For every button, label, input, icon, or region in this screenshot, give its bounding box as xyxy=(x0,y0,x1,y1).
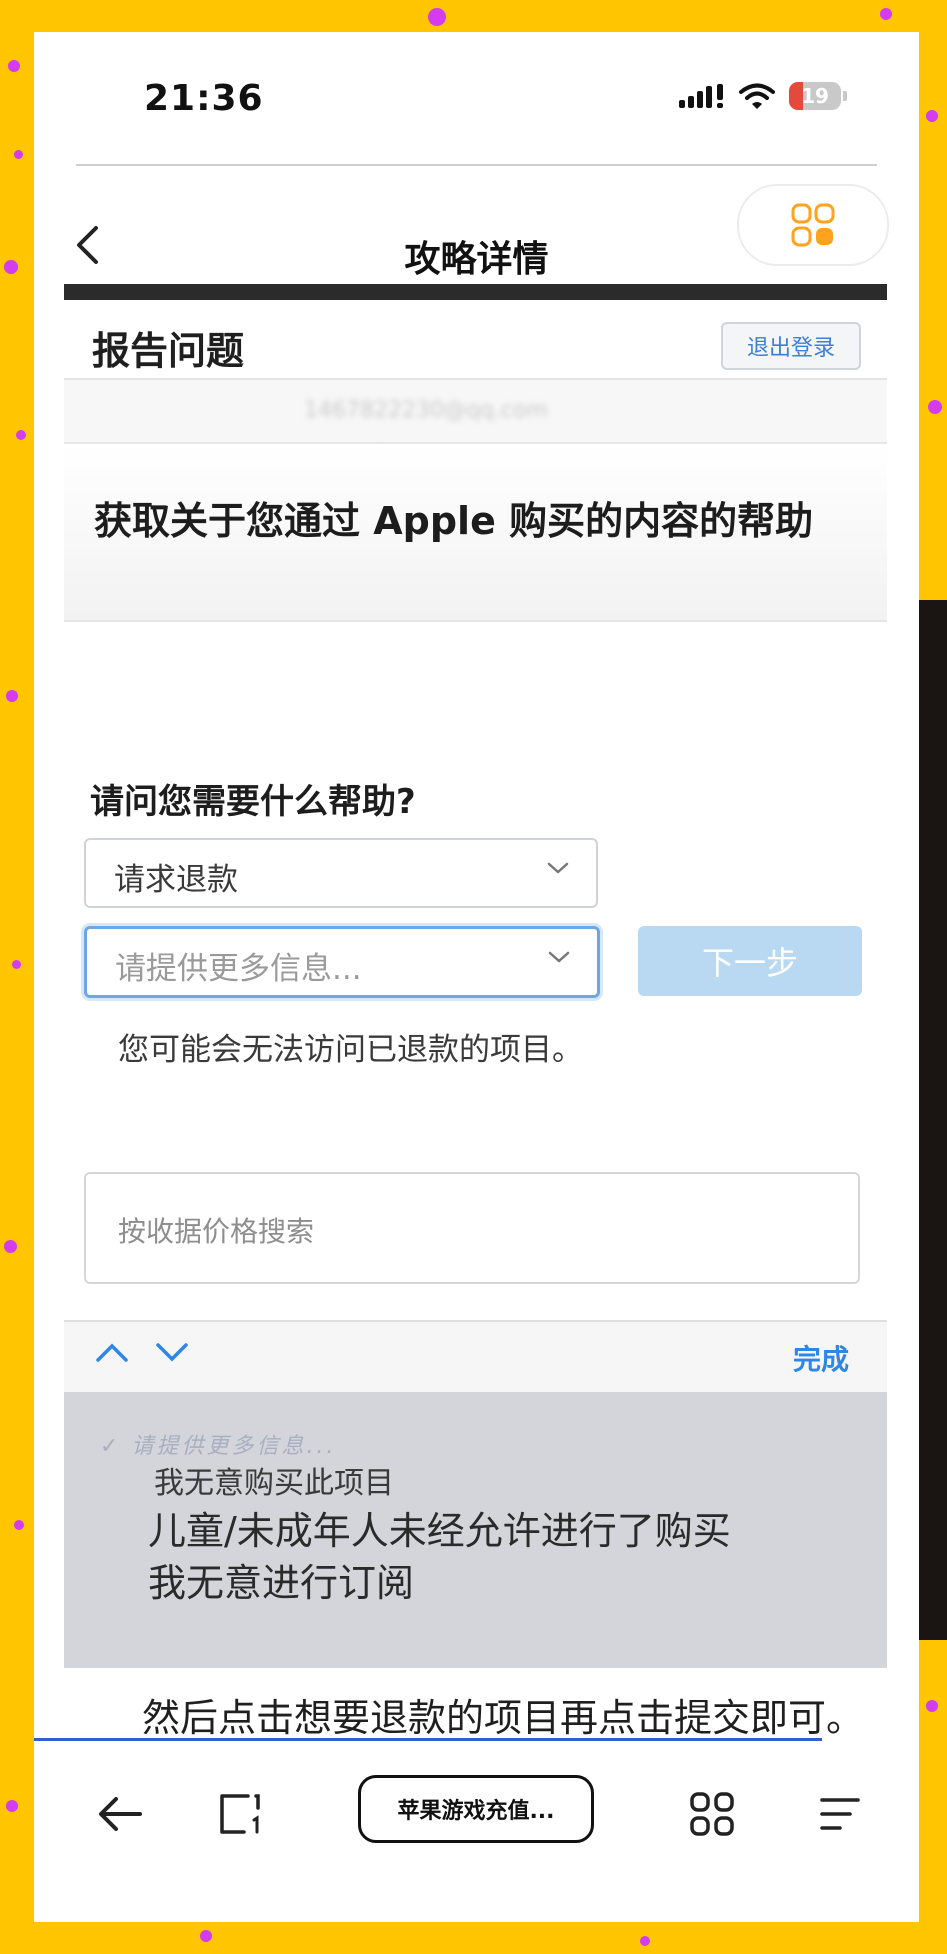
mini-program-menu-button[interactable] xyxy=(737,184,889,266)
decor-dot xyxy=(926,1700,938,1712)
decor-dot xyxy=(640,1936,650,1946)
tabs-count-icon xyxy=(220,1794,260,1834)
keyboard-toolbar: 完成 xyxy=(64,1320,887,1394)
menu-button[interactable] xyxy=(810,1784,870,1844)
chevron-down-icon xyxy=(548,951,570,963)
decor-dot xyxy=(428,8,446,26)
scroll-progress-line xyxy=(34,1738,822,1741)
decor-dot xyxy=(6,690,18,702)
screenshot-top-bar xyxy=(64,284,887,300)
cellular-signal-icon xyxy=(679,84,723,108)
receipt-search-placeholder: 按收据价格搜索 xyxy=(118,1215,315,1248)
apps-button[interactable] xyxy=(682,1784,742,1844)
bottom-search-button[interactable]: 苹果游戏充值... xyxy=(358,1775,594,1843)
tabs-button[interactable] xyxy=(210,1784,270,1844)
phone-screen: 21:36 19 攻略详情 报告问题 退出登录 1467822230@qq.co… xyxy=(34,32,919,1922)
decor-dot xyxy=(16,430,26,440)
next-button: 下一步 xyxy=(638,926,862,996)
done-button: 完成 xyxy=(792,1343,849,1376)
wifi-icon xyxy=(739,83,775,109)
help-heading: 获取关于您通过 Apple 购买的内容的帮助 xyxy=(94,499,814,543)
picker-option: 儿童/未成年人未经允许进行了购买 xyxy=(148,1509,731,1553)
decor-dot xyxy=(6,1800,18,1812)
report-problem-title: 报告问题 xyxy=(92,329,245,373)
picker-faded-label: ✓ 请提供更多信息... xyxy=(100,1434,337,1459)
help-heading-band: 获取关于您通过 Apple 购买的内容的帮助 xyxy=(64,444,887,622)
more-info-placeholder: 请提供更多信息... xyxy=(115,951,362,987)
arrow-left-icon xyxy=(99,1797,142,1831)
account-row: 1467822230@qq.com xyxy=(64,380,887,444)
picker-option: 我无意进行订阅 xyxy=(148,1561,415,1605)
chevron-down-icon xyxy=(547,862,569,874)
article-screenshot: 报告问题 退出登录 1467822230@qq.com 获取关于您通过 Appl… xyxy=(64,284,887,1668)
decor-dot xyxy=(926,110,938,122)
divider xyxy=(76,164,877,166)
article-caption: 然后点击想要退款的项目再点击提交即可。 xyxy=(142,1696,865,1740)
options-picker: ✓ 请提供更多信息... 我无意购买此项目 儿童/未成年人未经允许进行了购买 我… xyxy=(64,1392,887,1668)
decor-dot xyxy=(14,1520,24,1530)
decor-dot xyxy=(200,1930,212,1942)
decor-dot xyxy=(4,1240,17,1253)
report-problem-header: 报告问题 退出登录 xyxy=(64,300,887,380)
request-type-value: 请求退款 xyxy=(114,862,238,898)
refund-warning: 您可能会无法访问已退款的项目。 xyxy=(118,1032,583,1068)
decor-dot xyxy=(4,260,18,274)
decor-dot xyxy=(14,150,23,159)
menu-lines-icon xyxy=(820,1798,860,1830)
receipt-search-field: 按收据价格搜索 xyxy=(84,1172,860,1284)
back-nav-button[interactable] xyxy=(90,1784,150,1844)
decor-dot xyxy=(880,8,892,20)
more-info-select: 请提供更多信息... xyxy=(84,926,600,998)
picker-option: 我无意购买此项目 xyxy=(154,1466,394,1501)
chevron-up-icon xyxy=(96,1343,128,1362)
chevron-down-icon xyxy=(156,1343,188,1362)
apps-grid-icon xyxy=(791,203,835,247)
logout-button: 退出登录 xyxy=(721,322,861,370)
battery-level: 19 xyxy=(801,84,829,108)
battery-tip xyxy=(843,91,847,101)
battery-icon: 19 xyxy=(789,82,841,110)
request-type-select: 请求退款 xyxy=(84,838,598,908)
grid-icon xyxy=(690,1792,734,1836)
decor-dot xyxy=(928,400,942,414)
status-time: 21:36 xyxy=(144,78,264,119)
account-email: 1467822230@qq.com xyxy=(304,398,548,423)
decor-dot xyxy=(8,60,20,72)
help-question: 请问您需要什么帮助? xyxy=(90,782,416,822)
decor-dot xyxy=(12,960,21,969)
picker-faded-text: 请提供更多信息... xyxy=(131,1434,337,1459)
status-icons: 19 xyxy=(679,82,847,110)
